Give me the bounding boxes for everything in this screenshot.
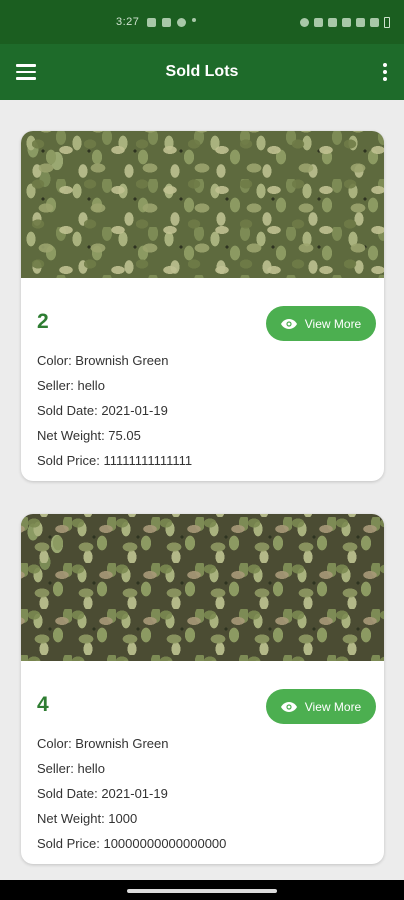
app-bar: Sold Lots [0,44,404,100]
whatsapp-icon [177,17,187,27]
lot-color: Color: Brownish Green [37,736,169,751]
lot-details: Color: Brownish Green Seller: hello Sold… [37,737,226,862]
system-icons [300,16,390,28]
eye-icon [280,701,297,712]
lot-sold-date: Sold Date: 2021-01-19 [37,786,168,801]
more-vert-icon[interactable] [378,60,392,84]
view-more-label: View More [304,316,362,331]
lot-card: 4 View More Color: Brownish Green Seller… [21,514,384,864]
alarm-icon [300,17,309,27]
signal-icon [356,17,365,27]
lot-sold-price: Sold Price: 10000000000000000 [37,836,227,851]
eye-icon [280,318,297,329]
battery-icon [384,16,390,28]
notification-icon [162,17,172,27]
home-indicator[interactable] [127,889,277,893]
lot-details: Color: Brownish Green Seller: hello Sold… [37,354,192,479]
view-more-button[interactable]: View More [266,689,376,724]
cardamom-image [21,514,384,661]
view-more-label: View More [304,699,362,714]
cardamom-image [21,131,384,278]
signal-icon-2 [370,17,379,27]
lot-number: 2 [37,310,49,333]
lot-seller: Seller: hello [37,378,105,393]
hamburger-menu-icon[interactable] [16,59,42,85]
lot-sold-price: Sold Price: 11111111111111 [37,453,193,468]
volte-icon [328,17,337,27]
telegram-icon [147,17,157,27]
notification-icons [147,17,197,27]
lot-net-weight: Net Weight: 75.05 [37,428,141,443]
lot-color: Color: Brownish Green [37,353,169,368]
lot-seller: Seller: hello [37,761,105,776]
status-bar: 3:27 [0,0,404,44]
dot-icon [192,17,197,22]
page-title: Sold Lots [165,63,239,80]
lot-number: 4 [37,693,49,716]
wifi-icon [342,17,351,27]
lot-card: 2 View More Color: Brownish Green Seller… [21,131,384,481]
vibrate-icon [314,17,323,27]
view-more-button[interactable]: View More [266,306,376,341]
status-time: 3:27 [116,16,140,28]
lot-net-weight: Net Weight: 1000 [37,811,138,826]
lot-sold-date: Sold Date: 2021-01-19 [37,403,168,418]
